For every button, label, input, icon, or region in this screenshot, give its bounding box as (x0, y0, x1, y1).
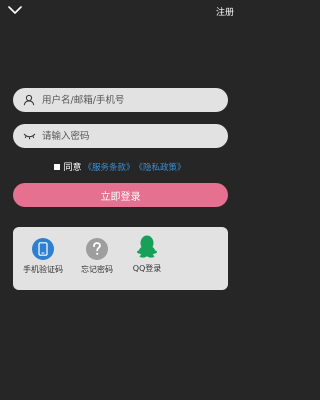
forgot-password-label: 忘记密码 (81, 265, 113, 274)
login-button[interactable]: 立即登录 (13, 183, 228, 207)
chevron-down-icon (8, 5, 22, 14)
phone-icon (32, 238, 54, 260)
login-screen: 注册 同意 《服务条款》 《隐私政策》 立即登录 (0, 0, 240, 400)
alt-login-panel: 手机验证码 忘记密码 QQ登录 (13, 227, 228, 290)
password-field[interactable] (13, 124, 228, 148)
qq-login-option[interactable]: QQ登录 (126, 234, 168, 274)
register-link[interactable]: 注册 (216, 5, 234, 18)
username-field[interactable] (13, 88, 228, 112)
sms-login-option[interactable]: 手机验证码 (21, 238, 65, 275)
agreement-row: 同意 《服务条款》 《隐私政策》 (0, 160, 240, 173)
user-icon (21, 92, 37, 108)
username-input[interactable] (42, 90, 212, 110)
agreement-prefix: 同意 (63, 163, 82, 173)
agreement-checkbox[interactable] (54, 163, 61, 170)
privacy-link[interactable]: 《隐私政策》 (135, 161, 186, 173)
password-input[interactable] (42, 126, 212, 146)
question-mark-icon (86, 238, 108, 260)
eye-closed-icon[interactable] (21, 128, 37, 144)
terms-link[interactable]: 《服务条款》 (83, 161, 134, 173)
sms-login-label: 手机验证码 (23, 265, 63, 274)
qq-penguin-icon (136, 234, 158, 262)
back-button[interactable] (6, 3, 24, 17)
forgot-password-option[interactable]: 忘记密码 (75, 238, 119, 275)
qq-login-label: QQ登录 (132, 264, 162, 273)
